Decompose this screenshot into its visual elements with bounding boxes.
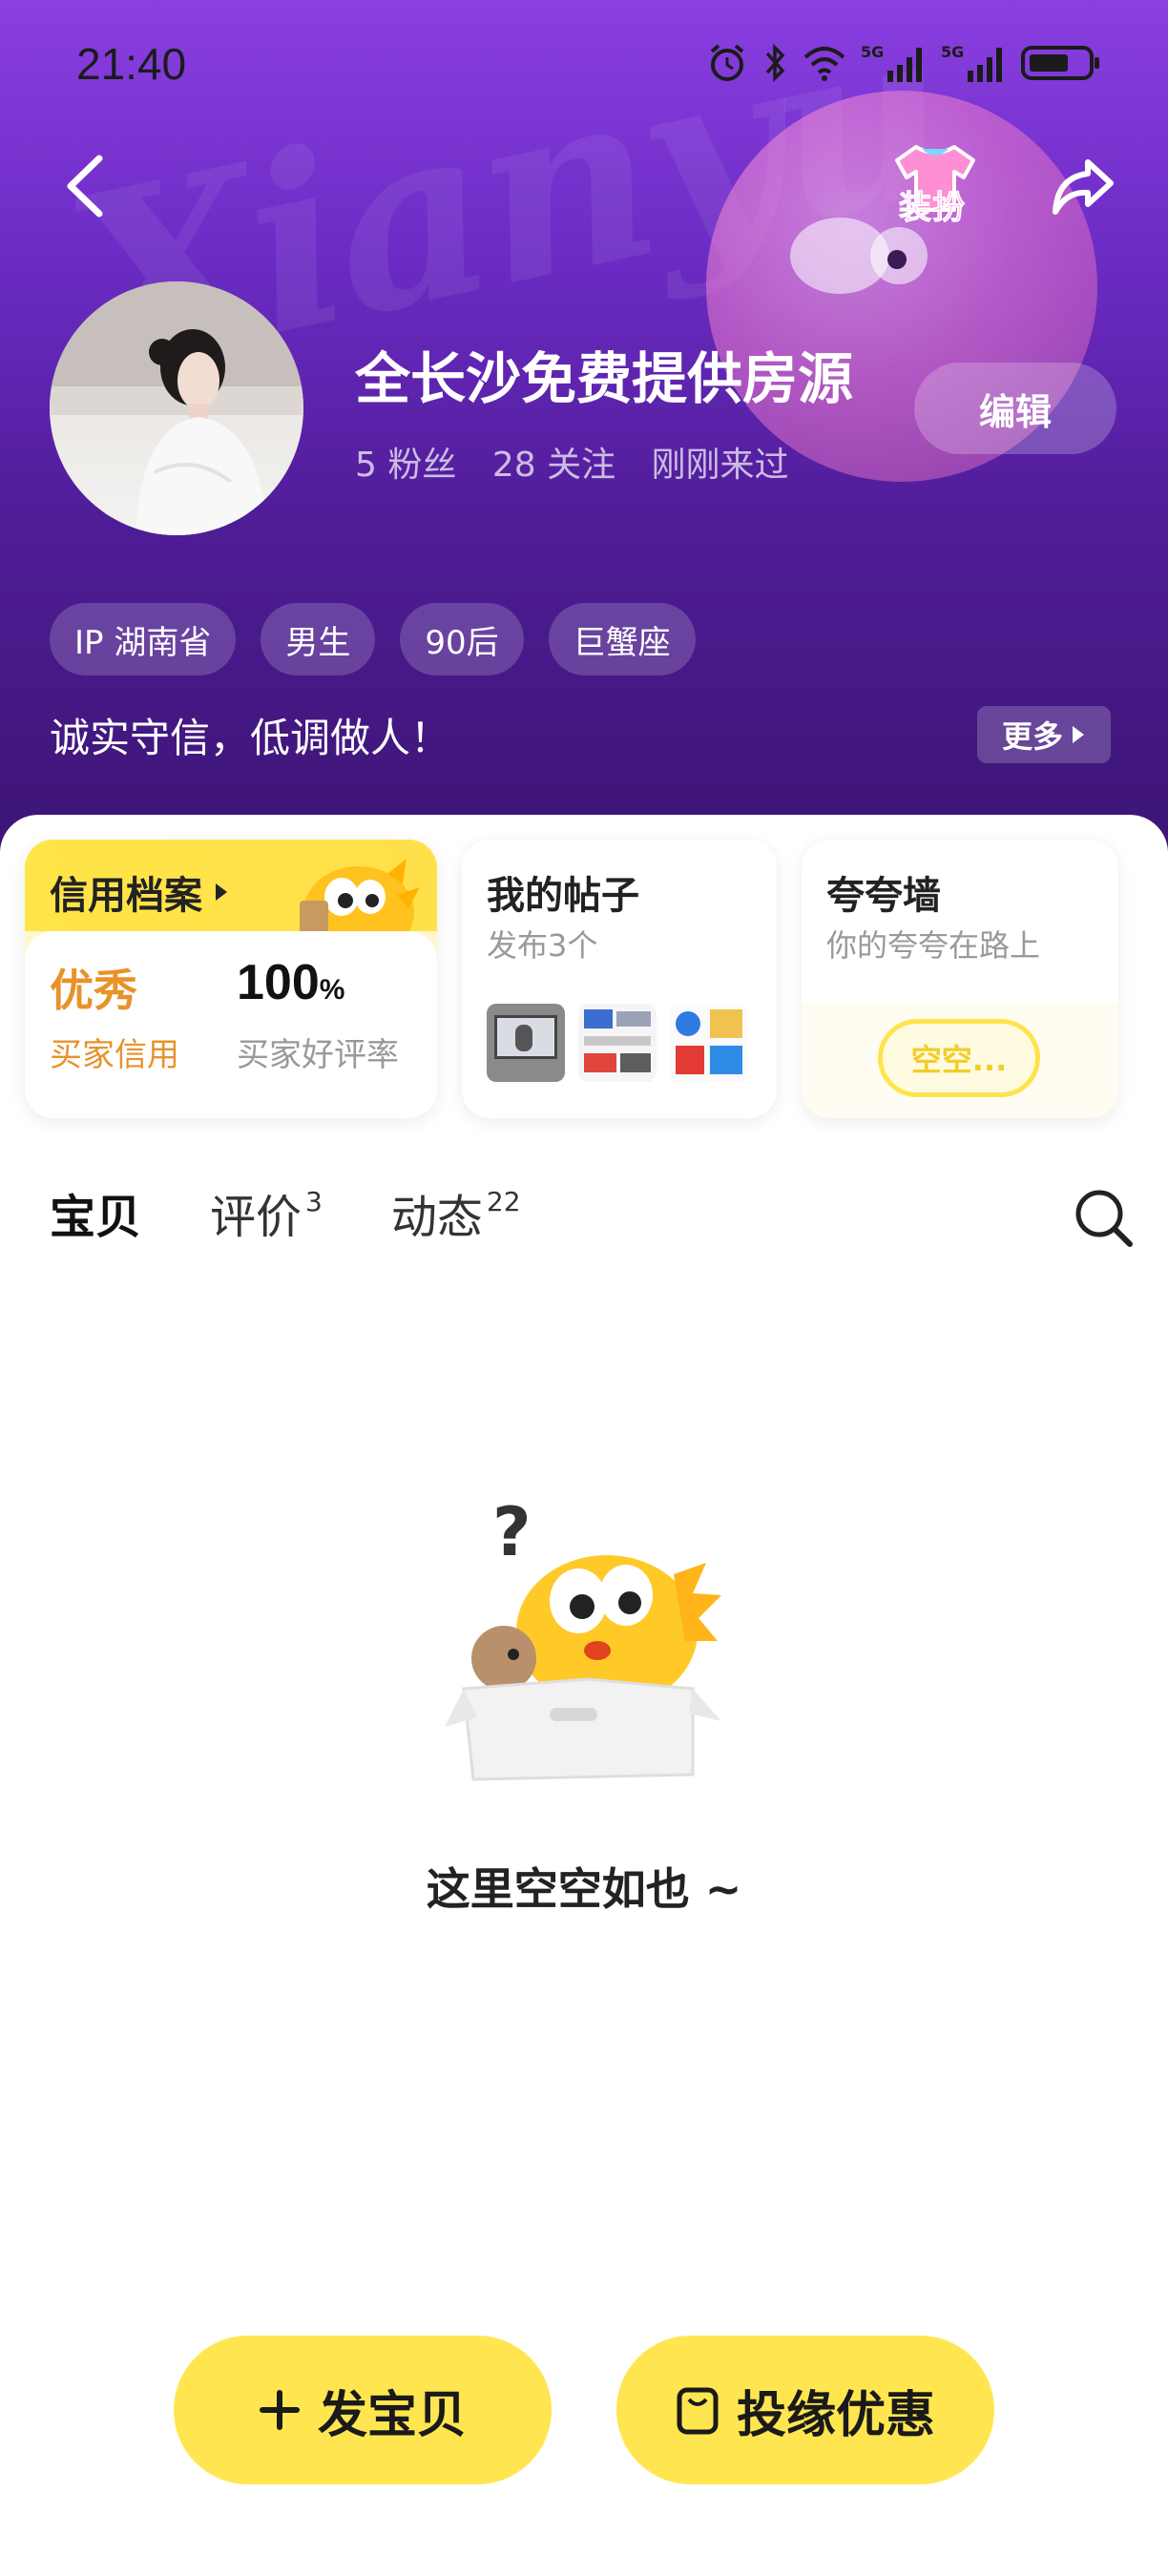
- tab-items[interactable]: 宝贝: [45, 1179, 146, 1250]
- svg-text:5G: 5G: [941, 43, 964, 61]
- battery-icon: [1021, 46, 1099, 80]
- empty-state-text: 这里空空如也 ~: [426, 1863, 742, 1915]
- praise-title: 夸夸墙: [826, 874, 941, 918]
- profile-tabs: 宝贝 评价 3 动态 22: [45, 1179, 521, 1250]
- tab-activity[interactable]: 动态 22: [391, 1179, 521, 1246]
- post-thumbnail[interactable]: [578, 1004, 657, 1082]
- following-count[interactable]: 28 关注: [492, 446, 615, 485]
- search-icon[interactable]: [1073, 1187, 1134, 1248]
- status-bar: 21:40 5G 5G: [0, 0, 1168, 134]
- credit-rate-value: 100: [237, 955, 320, 1010]
- signal-5g-icon: 5G: [861, 43, 922, 82]
- last-seen: 刚刚来过: [651, 446, 789, 485]
- tag-gender: 男生: [261, 603, 376, 675]
- edit-profile-button[interactable]: 编辑: [914, 363, 1116, 454]
- profile-stats: 5 粉丝 28 关注 刚刚来过: [355, 437, 814, 487]
- avatar[interactable]: [50, 281, 303, 535]
- tag-zodiac: 巨蟹座: [548, 603, 696, 675]
- praise-wall-card[interactable]: 夸夸墙 你的夸夸在路上 空空...: [802, 840, 1118, 1118]
- coupon-label: 投缘优惠: [736, 2386, 935, 2444]
- post-item-label: 发宝贝: [317, 2386, 467, 2444]
- praise-subtitle: 你的夸夸在路上: [826, 927, 1041, 964]
- credit-rate-unit: %: [319, 974, 345, 1006]
- share-icon[interactable]: [1050, 153, 1116, 219]
- signal-5g-icon: 5G: [941, 43, 1002, 82]
- coupon-button[interactable]: 投缘优惠: [616, 2336, 994, 2484]
- posts-subtitle: 发布3个: [487, 927, 598, 964]
- empty-box-mascot-icon: ?: [445, 1493, 721, 1781]
- fans-count[interactable]: 5 粉丝: [355, 446, 456, 485]
- plus-icon: [259, 2390, 300, 2430]
- tag-ip-location: IP 湖南省: [50, 603, 237, 675]
- profile-header: Xianyu 21:40 5G 5G 装扮 全长沙免费提供房源 5 粉丝 28 …: [0, 0, 1168, 859]
- back-arrow-icon[interactable]: [57, 153, 115, 219]
- posts-title: 我的帖子: [487, 874, 639, 918]
- username: 全长沙免费提供房源: [355, 346, 854, 411]
- status-icons: 5G 5G: [706, 42, 1101, 84]
- post-thumbnails: [487, 1004, 748, 1082]
- praise-empty-bubble: 空空...: [878, 1019, 1040, 1097]
- more-label: 更多: [1001, 718, 1063, 755]
- my-posts-card[interactable]: 我的帖子 发布3个: [462, 840, 777, 1118]
- credit-title: 信用档案: [50, 864, 229, 920]
- bluetooth-icon: [765, 43, 785, 83]
- tag-age: 90后: [400, 603, 524, 675]
- svg-text:?: ?: [492, 1493, 532, 1571]
- more-button[interactable]: 更多: [977, 706, 1111, 763]
- tab-reviews[interactable]: 评价 3: [210, 1179, 323, 1246]
- wifi-icon: [803, 47, 845, 81]
- tab-reviews-count: 3: [305, 1186, 323, 1217]
- profile-tags: IP 湖南省 男生 90后 巨蟹座: [50, 603, 696, 675]
- post-item-button[interactable]: 发宝贝: [174, 2336, 552, 2484]
- svg-text:5G: 5G: [861, 43, 884, 61]
- tab-activity-count: 22: [486, 1186, 521, 1217]
- dress-up-label[interactable]: 装扮: [899, 181, 966, 228]
- status-time: 21:40: [76, 39, 187, 89]
- caret-right-icon: [216, 883, 227, 901]
- post-thumbnail[interactable]: [487, 1004, 565, 1082]
- tab-items-label: 宝贝: [50, 1191, 142, 1244]
- bio-text: 诚实守信，低调做人！: [50, 715, 451, 761]
- coupon-bag-icon: [677, 2387, 719, 2435]
- fish-mascot-icon: [300, 859, 420, 941]
- credit-grade-label: 买家信用: [50, 1036, 179, 1074]
- credit-record-card[interactable]: 信用档案 优秀 买家信用 100% 买家好评率: [25, 840, 437, 1118]
- credit-grade: 优秀: [50, 965, 137, 1016]
- avatar-photo: [50, 281, 303, 535]
- credit-title-label: 信用档案: [50, 874, 202, 918]
- tab-activity-label: 动态: [390, 1191, 483, 1244]
- caret-right-icon: [1073, 726, 1084, 743]
- alarm-icon: [710, 44, 744, 81]
- blob-pupil-decoration: [887, 250, 907, 269]
- tab-reviews-label: 评价: [210, 1191, 302, 1244]
- post-thumbnail[interactable]: [670, 1004, 748, 1082]
- credit-rate-label: 买家好评率: [237, 1036, 399, 1074]
- credit-rate: 100%: [237, 954, 344, 1011]
